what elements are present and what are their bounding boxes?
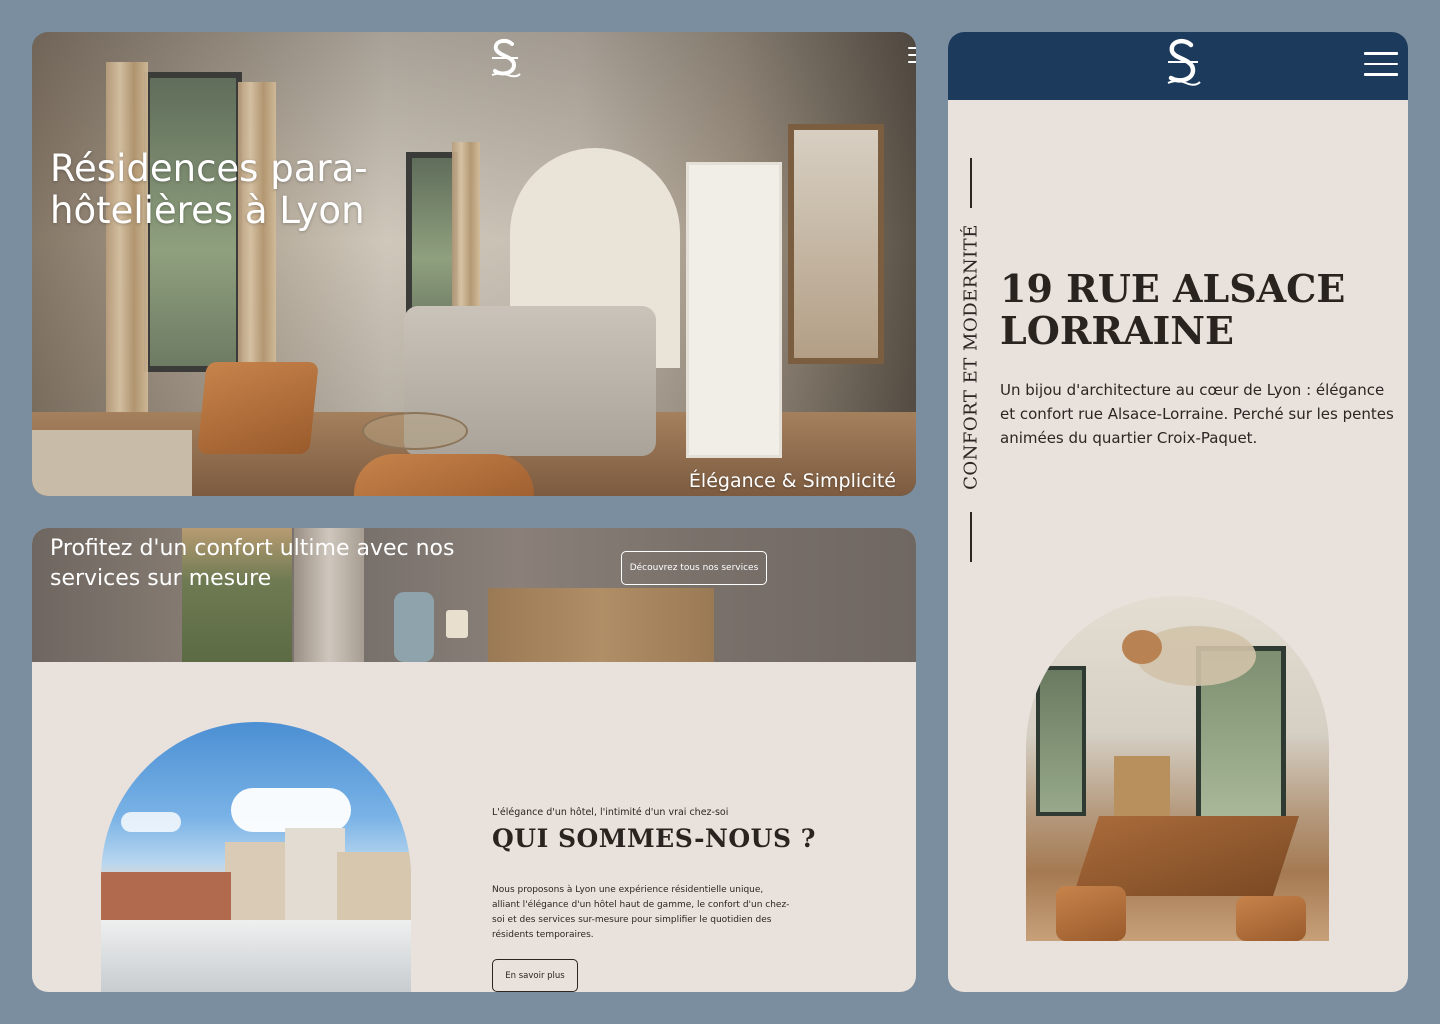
learn-more-button[interactable]: En savoir plus xyxy=(492,959,578,992)
hero-title: Résidences para-hôtelières à Lyon xyxy=(50,147,368,232)
dining-chair-image xyxy=(1056,886,1126,941)
banner-lamp-image xyxy=(446,610,468,638)
services-title: Profitez d'un confort ultime avec nos se… xyxy=(50,536,455,591)
mobile-header xyxy=(948,32,1408,100)
about-section: Profitez d'un confort ultime avec nos se… xyxy=(32,528,916,992)
divider-line xyxy=(970,512,972,562)
door-image xyxy=(686,162,782,458)
curtain-right-image xyxy=(238,82,276,382)
discover-services-button[interactable]: Découvrez tous nos services xyxy=(621,551,767,585)
divider-line xyxy=(970,158,972,208)
terrace-image xyxy=(101,920,411,992)
armchair-image xyxy=(197,362,319,454)
window-image xyxy=(1036,666,1086,816)
about-kicker: L'élégance d'un hôtel, l'intimité d'un v… xyxy=(492,807,729,818)
vertical-label: CONFORT ET MODERNITÉ xyxy=(960,224,982,490)
coffee-table-image xyxy=(362,412,468,450)
dining-chair-image xyxy=(1236,896,1306,941)
cloud-image xyxy=(121,812,181,832)
property-description: Un bijou d'architecture au cœur de Lyon … xyxy=(1000,381,1394,447)
building-image xyxy=(225,842,285,932)
mobile-preview: CONFORT ET MODERNITÉ 19 RUE ALSACE LORRA… xyxy=(948,32,1408,992)
banner-chair-image xyxy=(394,592,434,662)
logo-icon[interactable] xyxy=(488,38,522,78)
pendant-lamp-image xyxy=(1122,630,1162,664)
logo-icon[interactable] xyxy=(1164,38,1202,86)
dining-table-image xyxy=(1073,816,1299,896)
property-title: 19 RUE ALSACE LORRAINE xyxy=(1000,266,1346,353)
dining-room-image xyxy=(1026,596,1329,941)
about-text: Nous proposons à Lyon une expérience rés… xyxy=(492,885,790,940)
hallway-image xyxy=(788,124,884,364)
hero-section: Résidences para-hôtelières à Lyon Élégan… xyxy=(32,32,916,496)
banner-headboard-image xyxy=(488,588,714,662)
building-image xyxy=(285,828,345,932)
hamburger-menu-icon[interactable] xyxy=(1364,52,1398,78)
side-table-image xyxy=(32,430,192,496)
cloud-image xyxy=(231,788,351,832)
hero-tagline: Élégance & Simplicité xyxy=(688,470,896,492)
curtain-left-image xyxy=(106,62,148,412)
window-center-image xyxy=(406,152,458,332)
roofs-image xyxy=(101,872,231,920)
about-heading: QUI SOMMES-NOUS ? xyxy=(492,824,816,853)
rooftop-view-image xyxy=(101,722,411,992)
services-banner: Profitez d'un confort ultime avec nos se… xyxy=(32,528,916,662)
hamburger-menu-icon[interactable] xyxy=(908,47,916,63)
foreground-chair-image xyxy=(354,454,534,496)
